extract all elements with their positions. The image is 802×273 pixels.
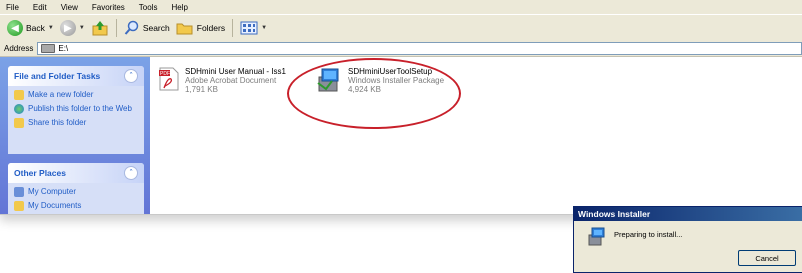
views-button[interactable]: ▼ <box>237 17 270 39</box>
address-bar: Address E:\ <box>0 41 802 57</box>
red-highlight-circle <box>287 58 461 129</box>
drive-icon <box>41 44 56 53</box>
windows-installer-dialog: Windows Installer Preparing to install..… <box>573 206 802 273</box>
menu-tools[interactable]: Tools <box>139 3 158 12</box>
address-value: E:\ <box>58 44 69 53</box>
installer-icon <box>587 227 605 247</box>
menu-help[interactable]: Help <box>171 3 187 12</box>
collapse-chevron-icon[interactable]: ˆ <box>124 166 138 180</box>
cancel-button[interactable]: Cancel <box>738 250 796 266</box>
task-make-new-folder[interactable]: Make a new folder <box>14 90 138 100</box>
task-share-folder[interactable]: Share this folder <box>14 118 138 128</box>
documents-folder-icon <box>14 201 24 211</box>
chevron-down-icon: ▼ <box>78 25 85 31</box>
back-label: Back <box>26 23 45 33</box>
views-grid-icon <box>240 21 258 35</box>
chevron-down-icon: ▼ <box>47 25 54 31</box>
place-my-computer[interactable]: My Computer <box>14 187 138 197</box>
file-item-manual[interactable]: PDF SDHmini User Manual - Iss1 Adobe Acr… <box>159 67 286 94</box>
task-label: Make a new folder <box>28 90 94 99</box>
address-field[interactable]: E:\ <box>37 42 802 55</box>
menu-view[interactable]: View <box>61 3 78 12</box>
dialog-message: Preparing to install... <box>614 230 683 239</box>
computer-icon <box>14 187 24 197</box>
toolbar: ◀ Back ▼ ▶ ▼ Search Folders ▼ <box>0 14 802 42</box>
other-places-panel: Other Places ˆ My Computer My Documents <box>8 163 144 214</box>
dialog-title: Windows Installer <box>574 207 802 221</box>
forward-button[interactable]: ▶ ▼ <box>57 17 88 39</box>
back-button[interactable]: ◀ Back ▼ <box>4 17 57 39</box>
panel-title: Other Places <box>14 168 66 178</box>
collapse-chevron-icon[interactable]: ˆ <box>124 69 138 83</box>
pdf-icon: PDF <box>159 67 179 91</box>
up-folder-icon <box>92 21 108 36</box>
file-and-folder-tasks-panel: File and Folder Tasks ˆ Make a new folde… <box>8 66 144 154</box>
menu-edit[interactable]: Edit <box>33 3 47 12</box>
task-publish-folder[interactable]: Publish this folder to the Web <box>14 104 138 114</box>
folders-button[interactable]: Folders <box>173 17 228 39</box>
search-button[interactable]: Search <box>121 17 173 39</box>
place-label: My Computer <box>28 187 77 196</box>
file-list: PDF SDHmini User Manual - Iss1 Adobe Acr… <box>150 57 802 214</box>
panel-title: File and Folder Tasks <box>14 71 101 81</box>
svg-text:PDF: PDF <box>160 71 170 77</box>
search-icon <box>124 20 139 35</box>
toolbar-divider <box>232 19 234 37</box>
file-size: 1,791 KB <box>185 85 218 94</box>
globe-icon <box>14 104 24 114</box>
file-type: Adobe Acrobat Document <box>185 76 277 85</box>
task-pane: File and Folder Tasks ˆ Make a new folde… <box>0 57 150 214</box>
address-label: Address <box>4 44 34 53</box>
menu-favorites[interactable]: Favorites <box>92 3 125 12</box>
forward-arrow-icon: ▶ <box>59 20 76 36</box>
panel-header[interactable]: Other Places ˆ <box>8 163 144 183</box>
search-label: Search <box>142 23 170 33</box>
menu-file[interactable]: File <box>6 3 19 12</box>
place-label: My Documents <box>28 201 82 210</box>
up-folder-button[interactable] <box>88 17 112 39</box>
chevron-down-icon: ▼ <box>261 25 268 31</box>
menu-bar: File Edit View Favorites Tools Help <box>0 0 802 14</box>
place-my-documents[interactable]: My Documents <box>14 201 138 211</box>
folders-label: Folders <box>196 23 226 33</box>
toolbar-divider <box>115 19 117 37</box>
file-name: SDHmini User Manual - Iss1 <box>185 67 286 76</box>
folders-icon <box>176 23 193 35</box>
back-arrow-icon: ◀ <box>7 20 23 36</box>
task-label: Share this folder <box>28 118 87 127</box>
panel-header[interactable]: File and Folder Tasks ˆ <box>8 66 144 86</box>
task-label: Publish this folder to the Web <box>28 104 132 113</box>
share-folder-icon <box>14 118 24 128</box>
new-folder-icon <box>14 90 24 100</box>
